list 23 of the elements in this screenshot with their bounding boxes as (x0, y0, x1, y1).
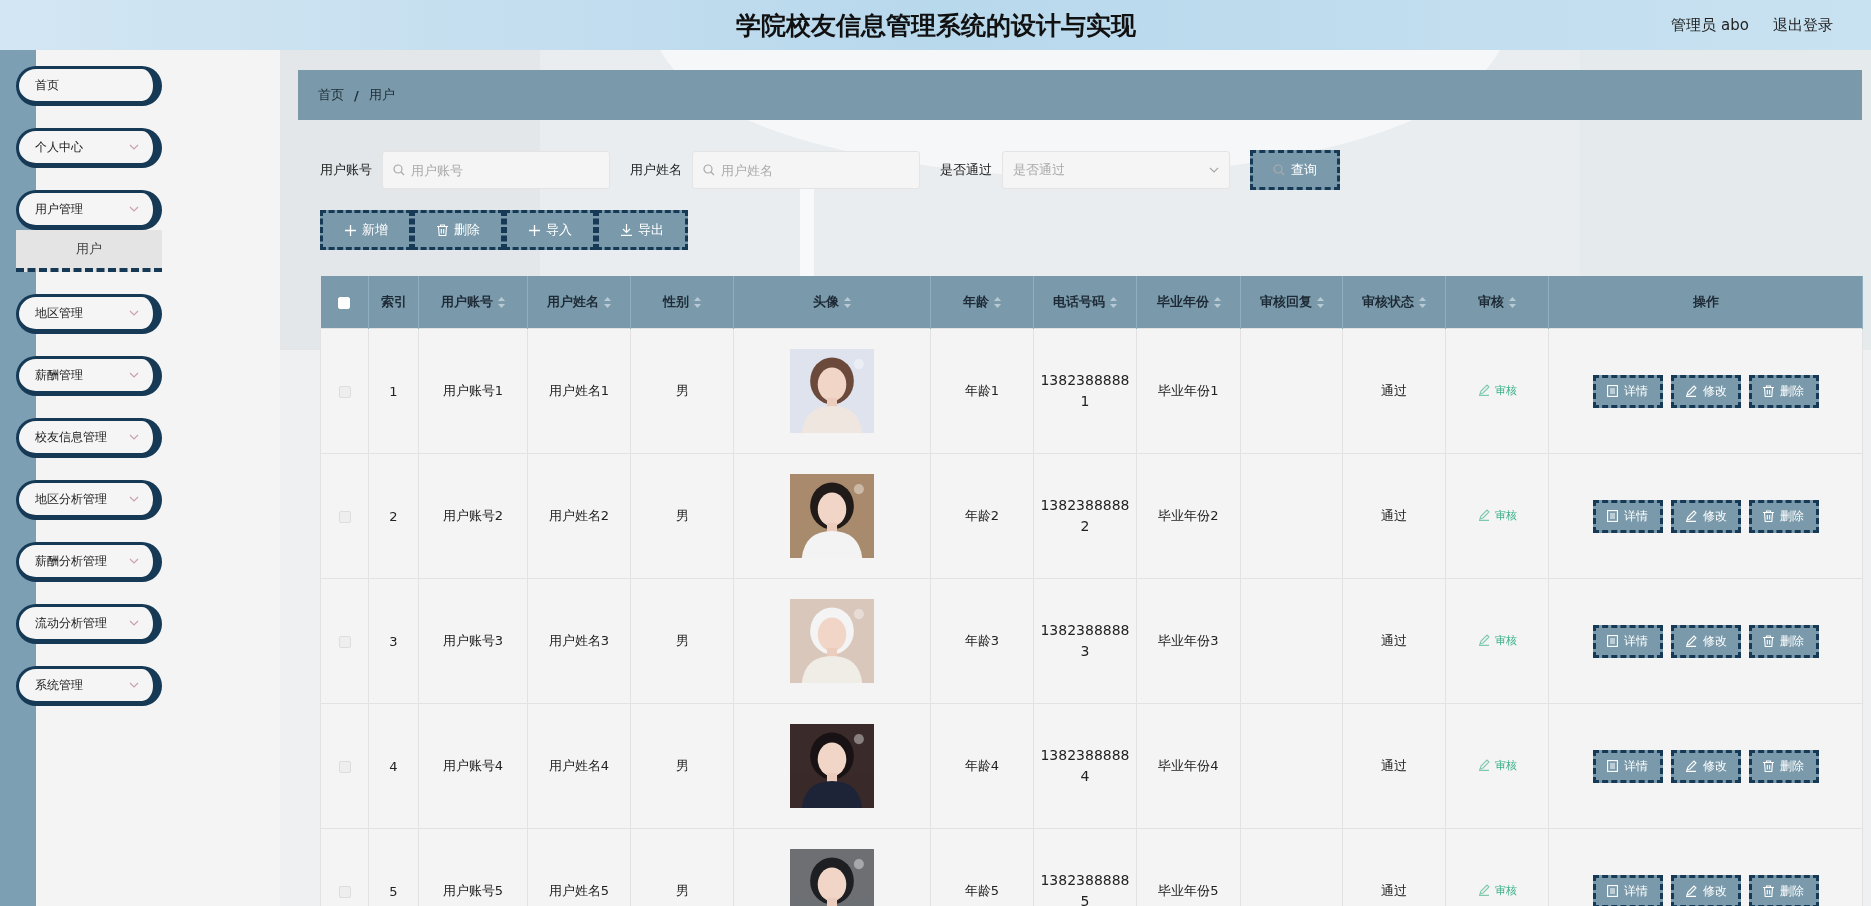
sidebar-item[interactable]: 首页 (16, 66, 162, 106)
sidebar-item[interactable]: 薪酬管理 (16, 356, 162, 396)
sidebar-item[interactable]: 薪酬分析管理 (16, 542, 162, 582)
chevron-down-icon (129, 496, 139, 502)
chevron-down-icon (129, 372, 139, 378)
chevron-down-icon (129, 310, 139, 316)
sidebar-item[interactable]: 用户管理 (16, 190, 162, 230)
chevron-down-icon (129, 558, 139, 564)
sidebar-item[interactable]: 系统管理 (16, 666, 162, 706)
chevron-down-icon (129, 620, 139, 626)
logout-link[interactable]: 退出登录 (1773, 15, 1833, 35)
chevron-down-icon (129, 144, 139, 150)
user-label: 管理员 abo (1671, 15, 1749, 35)
sidebar-item[interactable]: 地区分析管理 (16, 480, 162, 520)
sidebar-item[interactable]: 地区管理 (16, 294, 162, 334)
submenu-item[interactable]: 用户 (16, 230, 162, 272)
chevron-down-icon (129, 434, 139, 440)
sidebar-item[interactable]: 个人中心 (16, 128, 162, 168)
chevron-down-icon (129, 682, 139, 688)
app-title: 学院校友信息管理系统的设计与实现 (735, 10, 1136, 40)
chevron-down-icon (129, 206, 139, 212)
sidebar-item[interactable]: 校友信息管理 (16, 418, 162, 458)
sidebar-item[interactable]: 流动分析管理 (16, 604, 162, 644)
